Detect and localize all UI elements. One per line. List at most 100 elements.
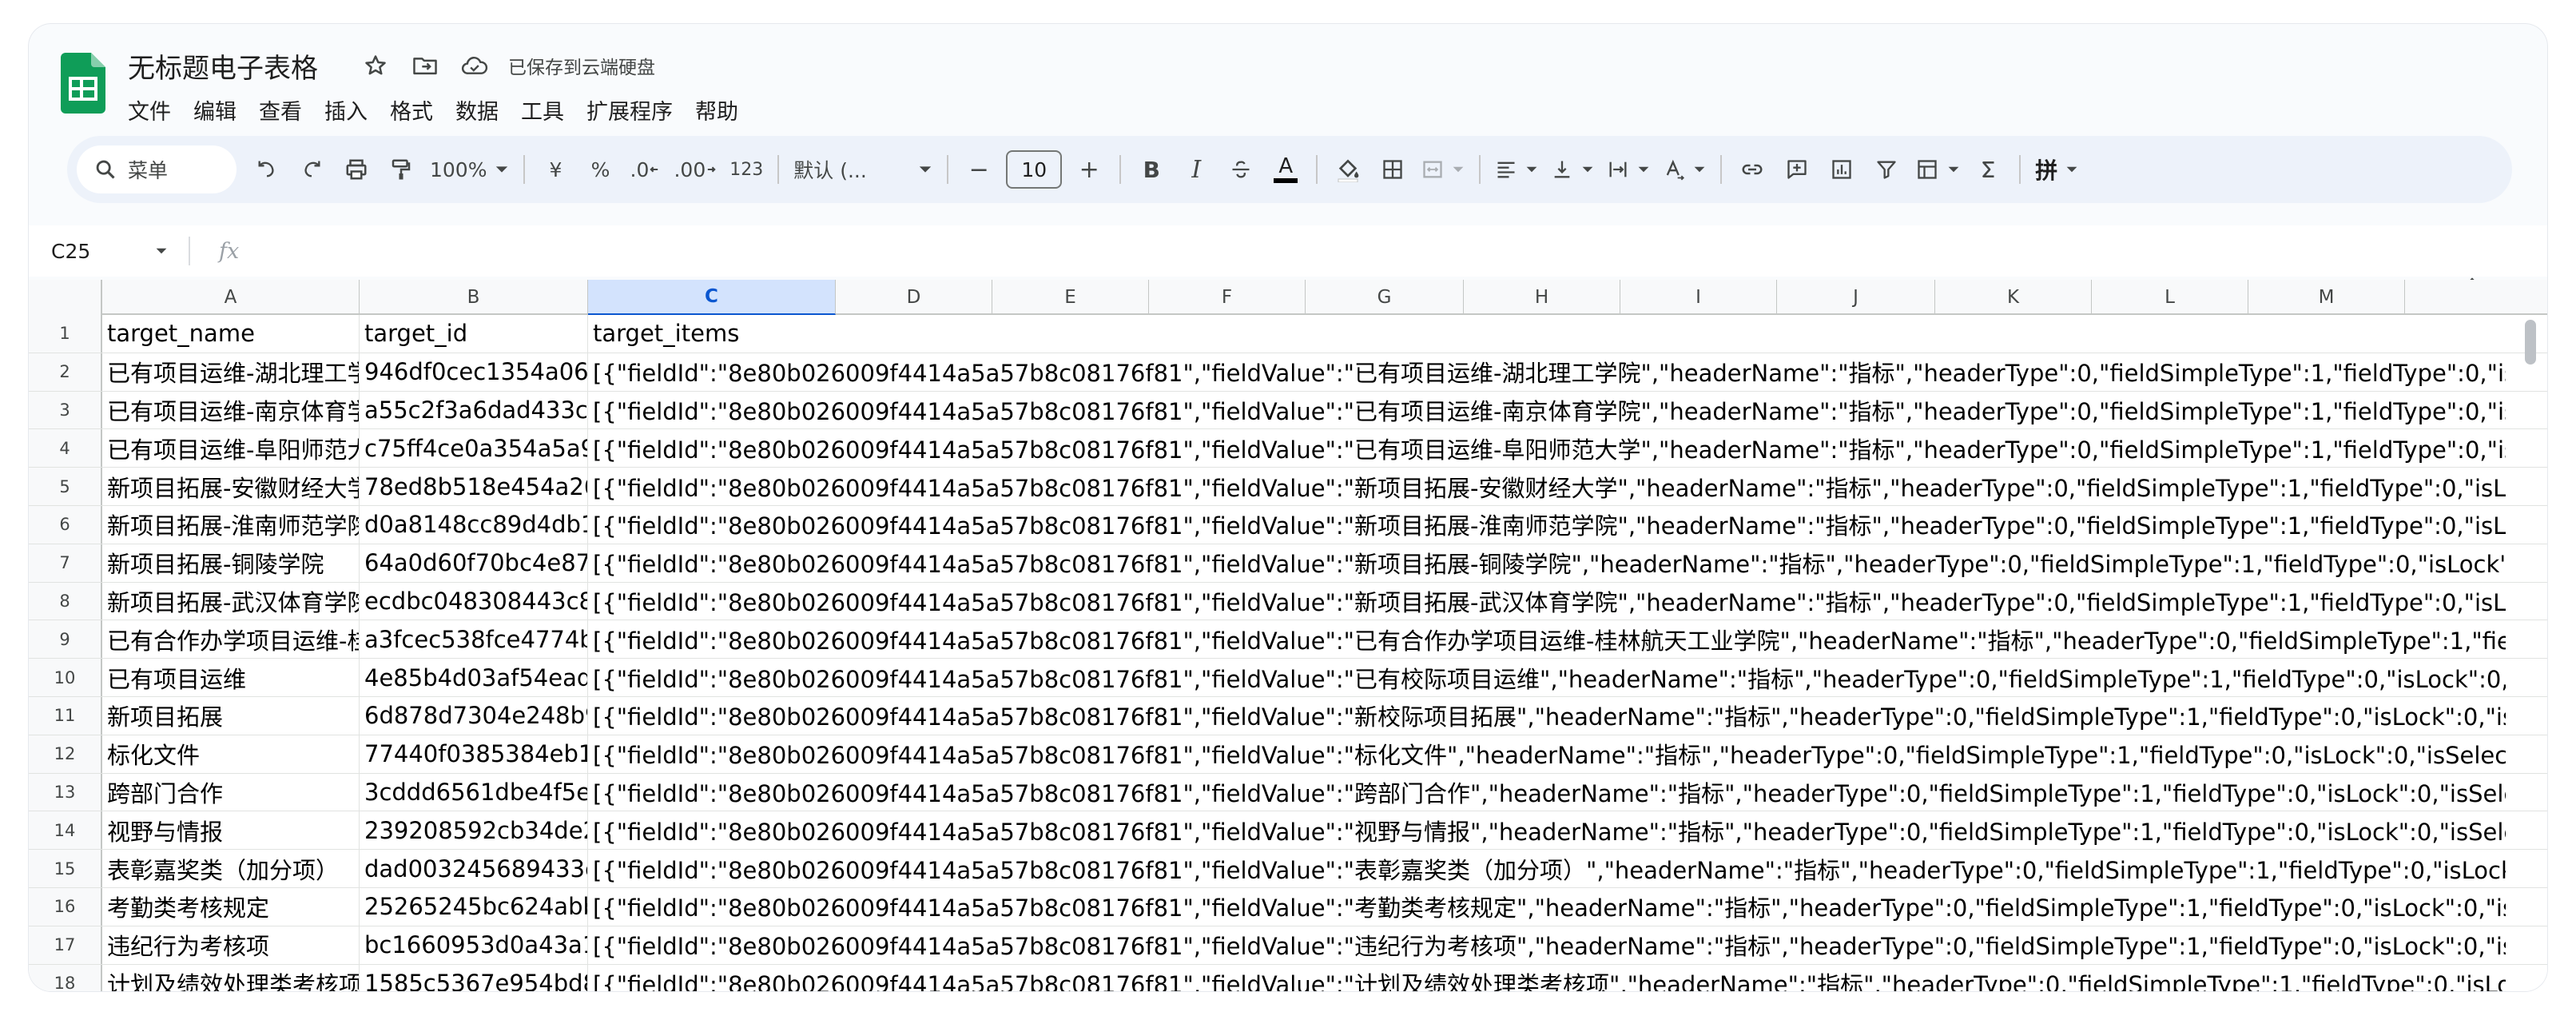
row-header[interactable]: 14 — [29, 811, 102, 850]
italic-button[interactable]: I — [1174, 145, 1218, 193]
row-header[interactable]: 15 — [29, 850, 102, 887]
star-icon[interactable] — [358, 48, 393, 83]
cell-b[interactable]: 6d878d7304e248b9 — [360, 696, 588, 735]
cloud-saved-icon[interactable] — [457, 48, 492, 83]
row-header[interactable]: 5 — [29, 468, 102, 505]
move-folder-icon[interactable] — [407, 48, 443, 83]
cell-b[interactable]: ecdbc048308443c8l — [360, 582, 588, 620]
number-format-button[interactable]: 123 — [723, 145, 769, 193]
menu-edit[interactable]: 编辑 — [182, 91, 248, 129]
column-header-f[interactable]: F — [1149, 280, 1306, 315]
column-header-d[interactable]: D — [836, 280, 992, 315]
insert-chart-icon[interactable] — [1819, 145, 1864, 193]
menu-tools[interactable]: 工具 — [510, 91, 575, 129]
cell-b[interactable]: bc1660953d0a43a1 — [360, 926, 588, 964]
cell-b[interactable]: 3cddd6561dbe4f5e9 — [360, 773, 588, 811]
cell-c[interactable]: [{"fieldId":"8e80b026009f4414a5a57b8c081… — [588, 811, 2506, 850]
increase-decimal-button[interactable]: .00 — [667, 145, 723, 193]
cell-a[interactable]: target_name — [102, 315, 360, 353]
name-box[interactable]: C25 — [29, 240, 181, 263]
cell-a[interactable]: 新项目拓展-安徽财经大学 — [102, 468, 360, 505]
font-size-increase-button[interactable]: + — [1067, 145, 1111, 193]
sheets-logo-icon[interactable] — [61, 53, 105, 114]
column-header-j[interactable]: J — [1777, 280, 1935, 315]
cell-a[interactable]: 已有项目运维-阜阳师范大学 — [102, 429, 360, 468]
text-rotation-icon[interactable] — [1656, 145, 1712, 193]
filter-views-icon[interactable] — [1909, 145, 1966, 193]
cell-b[interactable]: 4e85b4d03af54eadt — [360, 659, 588, 696]
cell-c[interactable]: [{"fieldId":"8e80b026009f4414a5a57b8c081… — [588, 429, 2506, 468]
cell-a[interactable]: 已有项目运维-湖北理工学院 — [102, 353, 360, 391]
cell-c[interactable]: [{"fieldId":"8e80b026009f4414a5a57b8c081… — [588, 620, 2506, 659]
cell-c[interactable]: [{"fieldId":"8e80b026009f4414a5a57b8c081… — [588, 544, 2506, 582]
zoom-select[interactable]: 100% — [423, 145, 515, 193]
cell-c[interactable]: [{"fieldId":"8e80b026009f4414a5a57b8c081… — [588, 505, 2506, 544]
row-header[interactable]: 3 — [29, 391, 102, 429]
row-header[interactable]: 10 — [29, 659, 102, 696]
cell-a[interactable]: 已有项目运维-南京体育学院 — [102, 391, 360, 429]
menu-search[interactable]: 菜单 — [77, 145, 237, 193]
cell-a[interactable]: 已有合作办学项目运维-桂林航天工业学院 — [102, 620, 360, 659]
cell-c[interactable]: [{"fieldId":"8e80b026009f4414a5a57b8c081… — [588, 391, 2506, 429]
cell-c[interactable]: [{"fieldId":"8e80b026009f4414a5a57b8c081… — [588, 659, 2506, 696]
menu-extensions[interactable]: 扩展程序 — [575, 91, 684, 129]
cell-b[interactable]: 78ed8b518e454a26 — [360, 468, 588, 505]
cell-a[interactable]: 违纪行为考核项 — [102, 926, 360, 964]
menu-format[interactable]: 格式 — [379, 91, 444, 129]
fill-color-icon[interactable] — [1326, 145, 1370, 193]
cell-c[interactable]: [{"fieldId":"8e80b026009f4414a5a57b8c081… — [588, 773, 2506, 811]
column-header-k[interactable]: K — [1935, 280, 2092, 315]
row-header[interactable]: 7 — [29, 544, 102, 582]
cell-b[interactable]: 946df0cec1354a06b — [360, 353, 588, 391]
functions-sigma-icon[interactable] — [1966, 145, 2011, 193]
cell-b[interactable]: 1585c5367e954bd8 — [360, 964, 588, 991]
horizontal-align-icon[interactable] — [1489, 145, 1544, 193]
row-header[interactable]: 2 — [29, 353, 102, 391]
menu-insert[interactable]: 插入 — [313, 91, 379, 129]
text-wrap-icon[interactable] — [1600, 145, 1656, 193]
column-header-i[interactable]: I — [1620, 280, 1777, 315]
cell-b[interactable]: 239208592cb34de2 — [360, 811, 588, 850]
row-header[interactable]: 11 — [29, 696, 102, 735]
cell-b[interactable]: 64a0d60f70bc4e878 — [360, 544, 588, 582]
cell-a[interactable]: 表彰嘉奖类（加分项） — [102, 850, 360, 887]
cell-c[interactable]: target_items — [588, 315, 2506, 353]
cell-a[interactable]: 计划及绩效处理类考核项 — [102, 964, 360, 991]
row-header[interactable]: 8 — [29, 582, 102, 620]
cell-a[interactable]: 视野与情报 — [102, 811, 360, 850]
cell-a[interactable]: 考勤类考核规定 — [102, 887, 360, 926]
row-header[interactable]: 13 — [29, 773, 102, 811]
menu-help[interactable]: 帮助 — [684, 91, 749, 129]
currency-format-button[interactable]: ¥ — [533, 145, 578, 193]
document-title[interactable]: 无标题电子表格 — [128, 46, 318, 86]
cell-a[interactable]: 新项目拓展-武汉体育学院 — [102, 582, 360, 620]
spreadsheet-grid[interactable]: ABCDEFGHIJKLM 1 target_name target_id targe… — [29, 280, 2547, 991]
borders-icon[interactable] — [1370, 145, 1415, 193]
strikethrough-icon[interactable] — [1218, 145, 1263, 193]
cell-c[interactable]: [{"fieldId":"8e80b026009f4414a5a57b8c081… — [588, 696, 2506, 735]
cell-c[interactable]: [{"fieldId":"8e80b026009f4414a5a57b8c081… — [588, 887, 2506, 926]
cell-b[interactable]: dad003245689433e — [360, 850, 588, 887]
select-all-corner[interactable] — [29, 280, 102, 315]
merge-cells-icon[interactable] — [1415, 145, 1471, 193]
cell-c[interactable]: [{"fieldId":"8e80b026009f4414a5a57b8c081… — [588, 850, 2506, 887]
cell-a[interactable]: 已有项目运维 — [102, 659, 360, 696]
column-header-l[interactable]: L — [2092, 280, 2248, 315]
row-header[interactable]: 6 — [29, 505, 102, 544]
cell-c[interactable]: [{"fieldId":"8e80b026009f4414a5a57b8c081… — [588, 964, 2506, 991]
paint-format-icon[interactable] — [379, 145, 423, 193]
cell-c[interactable]: [{"fieldId":"8e80b026009f4414a5a57b8c081… — [588, 735, 2506, 773]
font-family-select[interactable]: 默认 (... — [787, 145, 939, 193]
percent-format-button[interactable]: % — [578, 145, 622, 193]
cell-b[interactable]: 25265245bc624abbl — [360, 887, 588, 926]
formula-input[interactable] — [239, 225, 2547, 277]
vertical-align-icon[interactable] — [1544, 145, 1600, 193]
cell-c[interactable]: [{"fieldId":"8e80b026009f4414a5a57b8c081… — [588, 468, 2506, 505]
insert-link-icon[interactable] — [1730, 145, 1775, 193]
column-header-a[interactable]: A — [102, 280, 360, 315]
cell-b[interactable]: target_id — [360, 315, 588, 353]
vertical-scrollbar[interactable] — [2525, 320, 2536, 365]
cell-a[interactable]: 新项目拓展-铜陵学院 — [102, 544, 360, 582]
bold-button[interactable]: B — [1129, 145, 1174, 193]
row-header[interactable]: 1 — [29, 315, 102, 353]
